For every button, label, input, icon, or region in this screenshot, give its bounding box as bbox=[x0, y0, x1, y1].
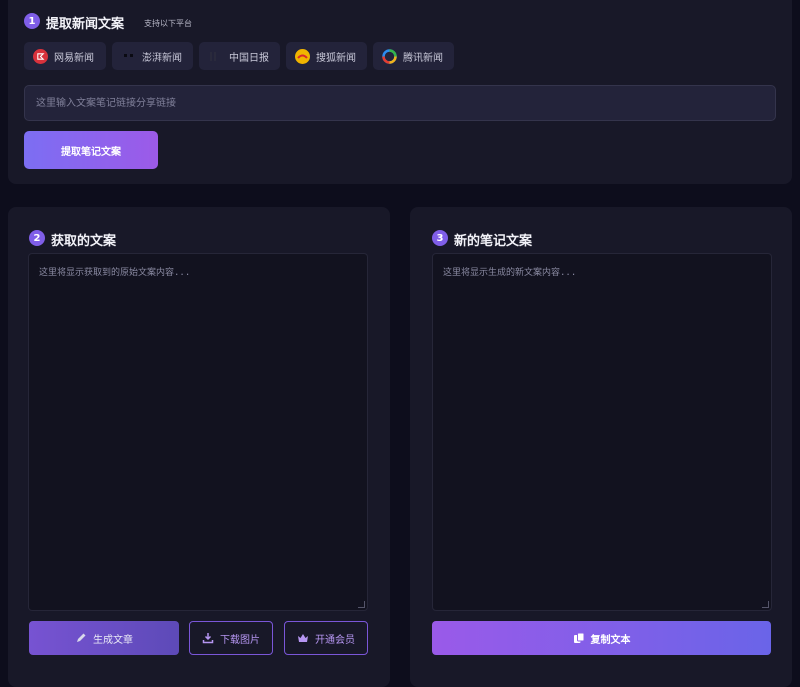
platform-netease[interactable]: 网易新闻 bbox=[24, 42, 106, 70]
thepaper-logo-icon bbox=[121, 49, 136, 64]
platform-label: 搜狐新闻 bbox=[316, 52, 356, 64]
chinadaily-logo-icon bbox=[208, 49, 223, 64]
extract-title: 提取新闻文案 bbox=[46, 17, 125, 32]
rewrite-title: 新的笔记文案 bbox=[454, 234, 533, 249]
step-number-2: 2 bbox=[29, 230, 45, 246]
resize-handle-icon[interactable] bbox=[762, 601, 769, 608]
platform-label: 澎湃新闻 bbox=[142, 52, 182, 64]
netease-logo-icon bbox=[33, 48, 48, 64]
pencil-icon bbox=[77, 633, 86, 642]
copy-text-button[interactable]: 复制文本 bbox=[432, 621, 771, 655]
new-text-area[interactable] bbox=[432, 253, 772, 611]
step-number-1: 1 bbox=[24, 13, 40, 29]
download-image-button[interactable]: 下载图片 bbox=[189, 621, 273, 655]
platforms-note: 支持以下平台 bbox=[144, 19, 192, 28]
extract-button[interactable]: 提取笔记文案 bbox=[24, 131, 158, 169]
link-input[interactable] bbox=[24, 85, 776, 121]
crown-icon bbox=[298, 634, 308, 642]
copy-icon bbox=[573, 632, 584, 643]
platform-label: 腾讯新闻 bbox=[403, 52, 443, 64]
copy-label: 复制文本 bbox=[590, 634, 631, 646]
generate-label: 生成文章 bbox=[93, 634, 133, 646]
original-title: 获取的文案 bbox=[51, 234, 117, 249]
platform-tencent[interactable]: 腾讯新闻 bbox=[373, 42, 454, 70]
platform-label: 网易新闻 bbox=[54, 52, 94, 64]
vip-label: 开通会员 bbox=[315, 634, 355, 646]
tencent-logo-icon bbox=[382, 48, 397, 64]
resize-handle-icon[interactable] bbox=[358, 601, 365, 608]
original-text-area[interactable] bbox=[28, 253, 368, 611]
platform-chinadaily[interactable]: 中国日报 bbox=[199, 42, 280, 70]
platform-label: 中国日报 bbox=[229, 52, 269, 64]
step-number-3: 3 bbox=[432, 230, 448, 246]
sohu-logo-icon bbox=[295, 48, 310, 64]
download-icon bbox=[202, 633, 214, 644]
generate-button[interactable]: 生成文章 bbox=[29, 621, 179, 655]
platform-sohu[interactable]: 搜狐新闻 bbox=[286, 42, 367, 70]
vip-button[interactable]: 开通会员 bbox=[284, 621, 368, 655]
platform-thepaper[interactable]: 澎湃新闻 bbox=[112, 42, 193, 70]
download-label: 下载图片 bbox=[220, 634, 260, 646]
